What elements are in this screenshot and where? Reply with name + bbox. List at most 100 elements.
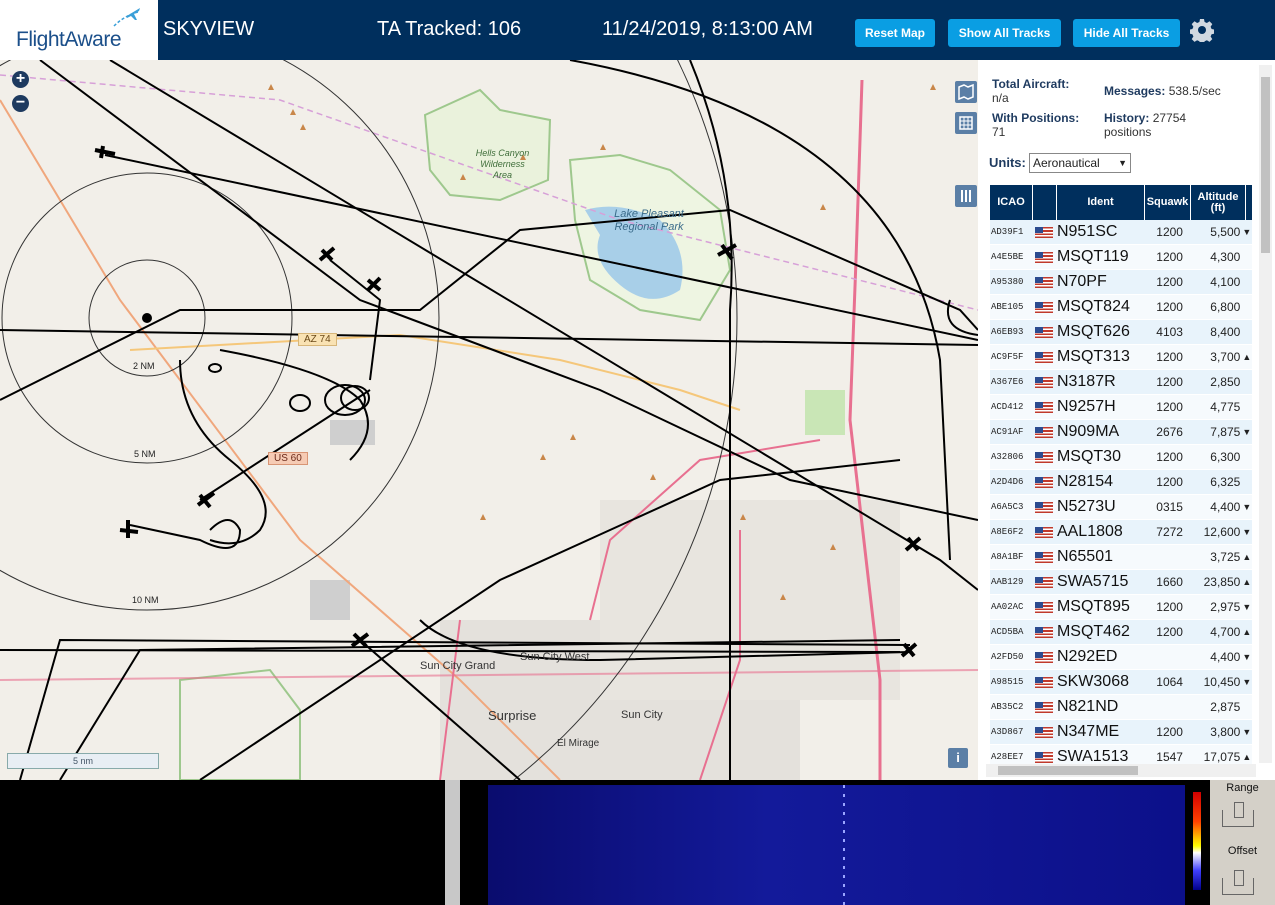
squawk-cell: 7272 [1156, 525, 1183, 539]
us-flag-icon [1035, 401, 1054, 413]
gear-icon[interactable] [1190, 18, 1214, 42]
flag-cell [1033, 351, 1056, 363]
icao-cell: A3D867 [991, 727, 1024, 737]
squawk-cell: 1200 [1156, 625, 1183, 639]
us-flag-icon [1035, 676, 1054, 688]
flag-cell [1033, 451, 1056, 463]
icao-cell: A32806 [991, 452, 1024, 462]
squawk-cell: 1200 [1156, 450, 1183, 464]
icao-cell: A2D4D6 [991, 477, 1024, 487]
squawk-cell: 1200 [1156, 300, 1183, 314]
altitude-cell: 4,400 [1210, 650, 1241, 664]
table-row[interactable]: A367E6 N3187R 1200 2,850 [990, 370, 1252, 395]
zoom-in-button[interactable]: + [12, 71, 29, 88]
map-label-el-mirage: El Mirage [557, 738, 600, 749]
range-slider-knob[interactable] [1234, 802, 1244, 818]
ident-cell: N821ND [1056, 698, 1119, 715]
flightaware-logo[interactable]: FlightAware [0, 0, 158, 60]
altitude-cell: 4,300 [1210, 250, 1241, 264]
table-row[interactable]: A2D4D6 N28154 1200 6,325 [990, 470, 1252, 495]
altitude-cell: 7,875 [1210, 425, 1241, 439]
altitude-cell: 3,800 [1210, 725, 1241, 739]
range-slider[interactable] [1222, 802, 1254, 827]
flag-cell [1033, 276, 1056, 288]
altitude-cell: 2,975 [1210, 600, 1241, 614]
table-row[interactable]: A98515 SKW3068 1064 10,450 ▼ [990, 670, 1252, 695]
us-flag-icon [1035, 301, 1054, 313]
table-row[interactable]: A2FD50 N292ED 4,400 ▼ [990, 645, 1252, 670]
altitude-trend-cell: ▼ [1242, 527, 1252, 537]
map-scale-bar: 5 nm [7, 753, 159, 769]
icao-cell: ACD5BA [991, 627, 1024, 637]
flag-cell [1033, 426, 1056, 438]
map-label-surprise: Surprise [488, 708, 537, 723]
table-row[interactable]: A4E5BE MSQT119 1200 4,300 [990, 245, 1252, 270]
aircraft-panel: Total Aircraft: n/a Messages: 538.5/sec … [978, 60, 1275, 780]
offset-slider-knob[interactable] [1234, 870, 1244, 886]
aircraft-table: ICAO Ident Squawk Altitude (ft) AD39F1 N9… [990, 185, 1252, 770]
flag-cell [1033, 726, 1056, 738]
table-row[interactable]: ABE105 MSQT824 1200 6,800 [990, 295, 1252, 320]
ident-cell: MSQT462 [1056, 623, 1130, 640]
table-row[interactable]: AD39F1 N951SC 1200 5,500 ▼ [990, 220, 1252, 245]
offset-label: Offset [1227, 845, 1258, 857]
table-row[interactable]: A6EB93 MSQT626 4103 8,400 [990, 320, 1252, 345]
squawk-cell: 1200 [1156, 400, 1183, 414]
units-select[interactable]: Aeronautical [1029, 153, 1131, 173]
ident-cell: SWA5715 [1056, 573, 1129, 590]
us-flag-icon [1035, 226, 1054, 238]
show-all-tracks-button[interactable]: Show All Tracks [948, 19, 1061, 47]
messages-label: Messages: [1104, 84, 1166, 98]
us-flag-icon [1035, 326, 1054, 338]
table-row[interactable]: A95380 N70PF 1200 4,100 [990, 270, 1252, 295]
map-view[interactable]: + − 2 NM 5 NM 10 NM Hells Canyon Wildern… [0, 60, 978, 780]
table-row[interactable]: A32806 MSQT30 1200 6,300 [990, 445, 1252, 470]
reset-map-button[interactable]: Reset Map [855, 19, 935, 47]
col-extra[interactable] [1246, 185, 1252, 220]
ident-cell: MSQT895 [1056, 598, 1130, 615]
altitude-cell: 4,700 [1210, 625, 1241, 639]
flag-cell [1033, 751, 1056, 763]
col-icao[interactable]: ICAO [990, 185, 1033, 220]
horizontal-scroll-thumb[interactable] [998, 766, 1138, 775]
info-button[interactable]: i [948, 748, 968, 768]
hide-all-tracks-button[interactable]: Hide All Tracks [1073, 19, 1180, 47]
map-layers-button[interactable] [955, 81, 977, 103]
icao-cell: AD39F1 [991, 227, 1024, 237]
table-row[interactable]: ACD412 N9257H 1200 4,775 [990, 395, 1252, 420]
table-row[interactable]: AAB129 SWA5715 1660 23,850 ▲ [990, 570, 1252, 595]
squawk-cell: 1200 [1156, 250, 1183, 264]
col-flag[interactable] [1033, 185, 1057, 220]
icao-cell: AA02AC [991, 602, 1024, 612]
ident-cell: MSQT313 [1056, 348, 1130, 365]
ident-cell: AAL1808 [1056, 523, 1123, 540]
table-row[interactable]: AB35C2 N821ND 2,875 [990, 695, 1252, 720]
panel-horizontal-scrollbar[interactable] [986, 764, 1256, 777]
altitude-trend-cell: ▲ [1242, 627, 1252, 637]
table-row[interactable]: A8E6F2 AAL1808 7272 12,600 ▼ [990, 520, 1252, 545]
header-bar: FlightAware SKYVIEW TA Tracked: 106 11/2… [0, 0, 1275, 60]
spectrogram-display [488, 785, 1185, 905]
column-toggle-button[interactable] [955, 185, 977, 207]
table-row[interactable]: A8A1BF N65501 3,725 ▲ [990, 545, 1252, 570]
icao-cell: AB35C2 [991, 702, 1024, 712]
squawk-cell: 4103 [1156, 325, 1183, 339]
col-altitude[interactable]: Altitude (ft) [1191, 185, 1246, 220]
ident-cell: N70PF [1056, 273, 1107, 290]
panel-vertical-scrollbar[interactable] [1259, 65, 1272, 763]
table-row[interactable]: AC9F5F MSQT313 1200 3,700 ▲ [990, 345, 1252, 370]
table-row[interactable]: AC91AF N909MA 2676 7,875 ▼ [990, 420, 1252, 445]
map-grid-button[interactable] [955, 112, 977, 134]
table-row[interactable]: A3D867 N347ME 1200 3,800 ▼ [990, 720, 1252, 745]
zoom-out-button[interactable]: − [12, 95, 29, 112]
table-row[interactable]: AA02AC MSQT895 1200 2,975 ▼ [990, 595, 1252, 620]
flag-cell [1033, 401, 1056, 413]
vertical-scroll-thumb[interactable] [1261, 77, 1270, 253]
squawk-cell: 0315 [1156, 500, 1183, 514]
table-row[interactable]: A6A5C3 N5273U 0315 4,400 ▼ [990, 495, 1252, 520]
offset-slider[interactable] [1222, 870, 1254, 895]
col-squawk[interactable]: Squawk [1145, 185, 1191, 220]
columns-icon [961, 190, 971, 202]
col-ident[interactable]: Ident [1057, 185, 1145, 220]
table-row[interactable]: ACD5BA MSQT462 1200 4,700 ▲ [990, 620, 1252, 645]
